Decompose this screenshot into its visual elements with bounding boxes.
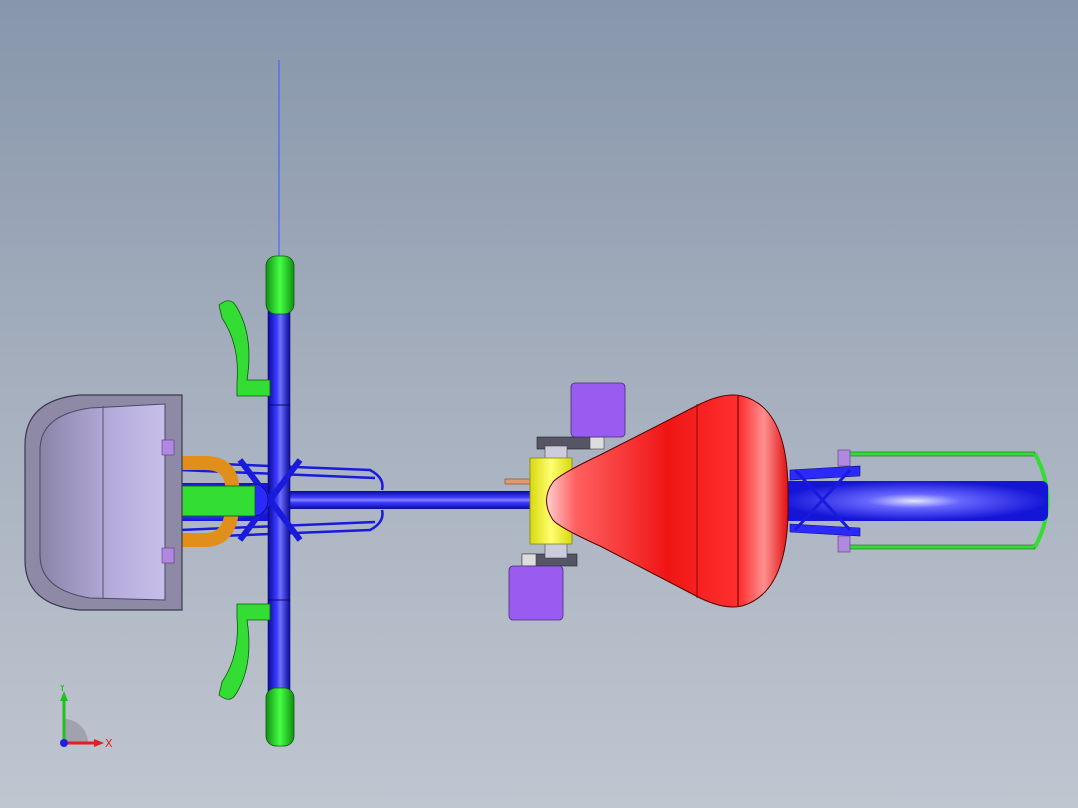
rear-reflector-top — [837, 449, 851, 467]
triad-quarter-disc — [64, 719, 88, 743]
basket-mount-top — [161, 439, 175, 456]
rear-fender-stay-lower — [842, 544, 1036, 550]
crank-arm-right-cap — [521, 553, 537, 567]
rear-reflector-bottom — [837, 535, 851, 553]
x-axis-arrow — [94, 739, 104, 747]
bicycle-model-top-view[interactable] — [0, 0, 1078, 808]
pedal-right — [508, 565, 564, 621]
front-basket[interactable] — [24, 394, 183, 611]
top-tube — [270, 491, 570, 509]
rear-wheel-assembly[interactable] — [780, 449, 1050, 553]
grip-left — [265, 255, 295, 315]
z-axis-dot — [60, 739, 68, 747]
cad-viewport[interactable]: Y X — [0, 0, 1078, 808]
pedal-left — [570, 382, 626, 438]
x-axis-label: X — [105, 737, 113, 750]
crank-arm-left-cap — [589, 436, 605, 450]
y-axis-label: Y — [58, 685, 66, 694]
axis-triad: Y X — [58, 685, 113, 750]
brake-lever-right — [218, 603, 271, 700]
brake-lever-left — [218, 300, 271, 397]
grip-right — [265, 687, 295, 747]
basket-mount-bottom — [161, 547, 175, 564]
rear-fender-stay — [842, 451, 1036, 457]
